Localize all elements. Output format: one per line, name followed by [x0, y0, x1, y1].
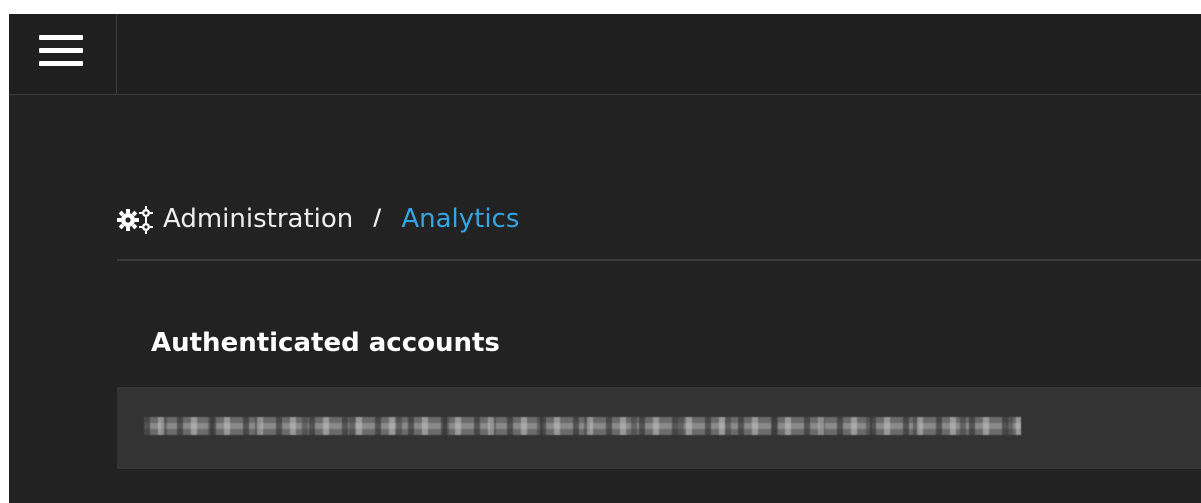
redacted-account-text	[144, 417, 1021, 435]
breadcrumb-item-administration[interactable]: Administration	[163, 202, 353, 236]
hamburger-menu-button[interactable]	[9, 14, 117, 94]
breadcrumb: Administration / Analytics	[117, 202, 519, 236]
breadcrumb-item-analytics[interactable]: Analytics	[401, 202, 519, 236]
cogs-icon	[117, 204, 157, 234]
breadcrumb-separator: /	[373, 206, 382, 231]
section-title: Authenticated accounts	[151, 328, 500, 358]
app-window: Administration / Analytics Authenticated…	[9, 14, 1201, 503]
account-list-item[interactable]	[117, 387, 1201, 469]
top-bar	[9, 14, 1201, 95]
breadcrumb-divider	[117, 259, 1201, 261]
